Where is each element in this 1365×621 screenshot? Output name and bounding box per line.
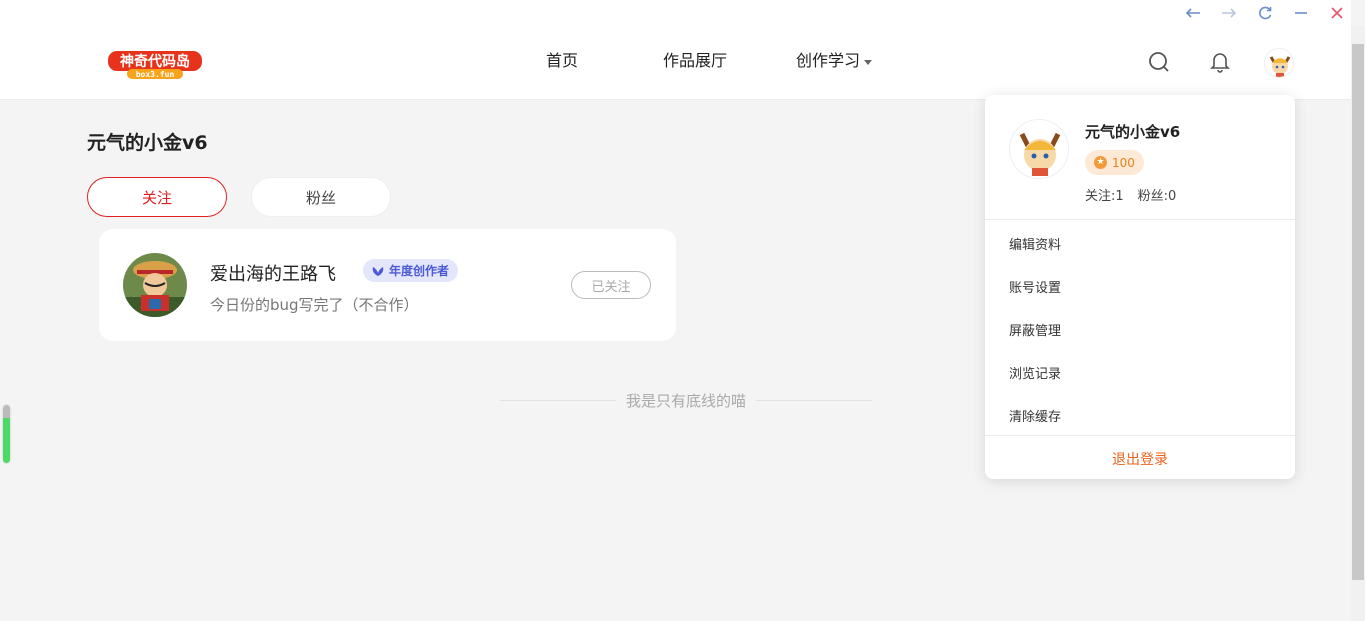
following-card[interactable]: 爱出海的王路飞 年度创作者 今日份的bug写完了（不合作） 已关注 (99, 229, 676, 341)
logout-button[interactable]: 退出登录 (985, 449, 1295, 469)
close-icon[interactable] (1319, 0, 1355, 26)
nav-learn-label: 创作学习 (796, 51, 861, 70)
coin-icon: ★ (1094, 156, 1107, 169)
coin-balance: 100 (1112, 155, 1135, 170)
leaf-badge-icon (372, 266, 384, 276)
chevron-down-icon (864, 59, 873, 65)
menu-clear-cache[interactable]: 清除缓存 (1009, 406, 1061, 425)
creator-badge: 年度创作者 (363, 259, 459, 282)
nav-home[interactable]: 首页 (546, 50, 578, 72)
following-name[interactable]: 爱出海的王路飞 (210, 260, 336, 286)
follow-stats: 关注:1 粉丝:0 (1085, 185, 1176, 204)
coin-balance-badge: ★ 100 (1085, 150, 1144, 175)
menu-edit-profile[interactable]: 编辑资料 (1009, 234, 1061, 253)
nav-gallery[interactable]: 作品展厅 (663, 50, 727, 72)
refresh-icon[interactable] (1247, 0, 1283, 26)
dropdown-avatar[interactable] (1009, 119, 1069, 179)
user-avatar[interactable] (1264, 48, 1294, 78)
creator-badge-label: 年度创作者 (389, 264, 450, 278)
divider-left (500, 399, 616, 401)
tab-follow[interactable]: 关注 (87, 177, 227, 217)
menu-block-manage[interactable]: 屏蔽管理 (1009, 320, 1061, 339)
followed-button[interactable]: 已关注 (571, 271, 651, 299)
dropdown-divider (985, 219, 1295, 220)
forward-arrow-icon[interactable] (1211, 0, 1247, 26)
dropdown-username: 元气的小金v6 (1085, 123, 1181, 141)
menu-browse-history[interactable]: 浏览记录 (1009, 363, 1061, 382)
nav-learn[interactable]: 创作学习 (796, 50, 873, 72)
end-of-list: 我是只有底线的喵 (500, 390, 873, 410)
tab-fans[interactable]: 粉丝 (251, 177, 391, 217)
side-floating-handle[interactable] (3, 405, 10, 463)
back-arrow-icon[interactable] (1175, 0, 1211, 26)
top-header: 神奇代码岛 box3.fun 首页 作品展厅 创作学习 (0, 0, 1351, 100)
search-icon[interactable] (1147, 50, 1171, 74)
menu-account-settings[interactable]: 账号设置 (1009, 277, 1061, 296)
end-of-list-text: 我是只有底线的喵 (626, 391, 747, 410)
user-dropdown-menu: 元气的小金v6 ★ 100 关注:1 粉丝:0 编辑资料 账号设置 屏蔽管理 浏… (985, 95, 1295, 479)
dropdown-divider (985, 435, 1295, 436)
scrollbar-thumb[interactable] (1352, 44, 1364, 580)
following-avatar[interactable] (123, 253, 187, 317)
minimize-icon[interactable] (1283, 0, 1319, 26)
page-title: 元气的小金v6 (87, 132, 208, 154)
window-controls (1175, 0, 1365, 26)
divider-right (756, 399, 873, 401)
bell-icon[interactable] (1208, 50, 1232, 74)
following-signature: 今日份的bug写完了（不合作） (210, 296, 419, 314)
follow-count[interactable]: 关注:1 (1085, 185, 1124, 204)
fans-count[interactable]: 粉丝:0 (1138, 185, 1177, 204)
